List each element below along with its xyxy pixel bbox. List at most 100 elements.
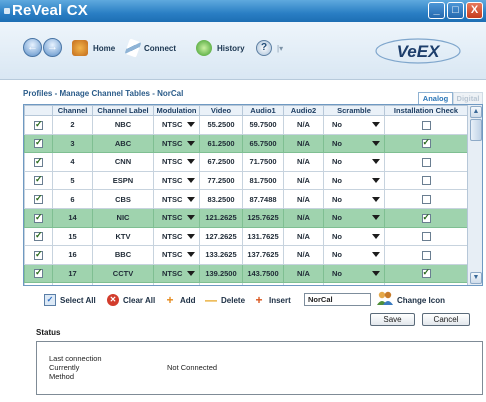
modulation-select[interactable]: NTSC	[153, 170, 200, 191]
scramble-select[interactable]: No	[323, 189, 385, 209]
audio1-cell[interactable]: 87.7488	[242, 189, 284, 209]
table-name-input[interactable]: NorCal	[304, 293, 371, 306]
row-select-checkbox[interactable]	[34, 267, 43, 279]
delete-button[interactable]: — Delete	[205, 294, 245, 306]
close-button[interactable]: X	[466, 2, 483, 19]
modulation-select[interactable]: NTSC	[153, 245, 200, 265]
modulation-select[interactable]: NTSC	[153, 226, 200, 247]
channel-cell[interactable]: 5	[52, 170, 93, 191]
header-audio2[interactable]: Audio2	[283, 105, 324, 116]
table-scrollbar[interactable]: ▲ ▼	[467, 105, 482, 285]
add-button[interactable]: + Add	[164, 294, 195, 306]
installation-check-checkbox[interactable]	[421, 267, 431, 279]
installation-check-checkbox[interactable]	[421, 137, 431, 149]
table-row[interactable]: 16BBC NTSC 133.2625137.7625N/A No	[24, 245, 468, 265]
change-icon-button[interactable]: Change Icon	[397, 296, 445, 305]
scramble-select[interactable]: No	[323, 115, 385, 135]
audio1-cell[interactable]: 131.7625	[242, 226, 284, 247]
row-select-checkbox[interactable]	[34, 119, 43, 130]
channel-cell[interactable]: 15	[52, 226, 93, 247]
scroll-up-button[interactable]: ▲	[470, 106, 482, 118]
table-row[interactable]: 4CNN NTSC 67.250071.7500N/A No	[24, 152, 468, 172]
video-cell[interactable]: 133.2625	[199, 245, 243, 265]
clear-all-button[interactable]: ✕ Clear All	[107, 294, 155, 306]
users-icon[interactable]	[376, 290, 394, 306]
modulation-select[interactable]: NTSC	[153, 282, 200, 285]
channel-cell[interactable]: 18	[52, 282, 93, 285]
channel-label-cell[interactable]: CBS	[92, 189, 154, 209]
history-button[interactable]: History	[196, 40, 245, 56]
channel-cell[interactable]: 17	[52, 263, 93, 284]
maximize-button[interactable]: □	[447, 2, 464, 19]
table-row[interactable]: 15KTV NTSC 127.2625131.7625N/A No	[24, 226, 468, 247]
table-row[interactable]: 5ESPN NTSC 77.250081.7500N/A No	[24, 170, 468, 191]
modulation-select[interactable]: NTSC	[153, 189, 200, 209]
table-row[interactable]: 2NBC NTSC 55.250059.7500N/A No	[24, 115, 468, 135]
scramble-select[interactable]: No	[323, 207, 385, 228]
row-select-checkbox[interactable]	[34, 193, 43, 204]
header-video[interactable]: Video	[199, 105, 243, 116]
save-button[interactable]: Save	[370, 313, 415, 326]
scroll-down-button[interactable]: ▼	[470, 272, 482, 284]
audio2-cell[interactable]: N/A	[283, 263, 324, 284]
table-row[interactable]: 3ABC NTSC 61.250065.7500N/A No	[24, 133, 468, 154]
video-cell[interactable]: 77.2500	[199, 170, 243, 191]
channel-label-cell[interactable]: CNN	[92, 152, 154, 172]
channel-label-cell[interactable]: KTV	[92, 226, 154, 247]
insert-button[interactable]: + Insert	[253, 294, 290, 306]
audio2-cell[interactable]: N/A	[283, 282, 324, 285]
select-all-button[interactable]: ✓ Select All	[44, 294, 96, 306]
audio1-cell[interactable]: 65.7500	[242, 133, 284, 154]
row-select-checkbox[interactable]	[34, 212, 43, 223]
scramble-select[interactable]: No	[323, 245, 385, 265]
modulation-select[interactable]: NTSC	[153, 115, 200, 135]
row-select-checkbox[interactable]	[34, 174, 43, 186]
audio1-cell[interactable]: 125.7625	[242, 207, 284, 228]
channel-cell[interactable]: 16	[52, 245, 93, 265]
help-button[interactable]: ? |▾	[256, 40, 283, 56]
channel-cell[interactable]: 3	[52, 133, 93, 154]
header-scramble[interactable]: Scramble	[323, 105, 385, 116]
installation-check-checkbox[interactable]	[421, 194, 431, 204]
installation-check-checkbox[interactable]	[421, 232, 431, 242]
audio1-cell[interactable]: 81.7500	[242, 170, 284, 191]
scramble-select[interactable]: No	[323, 263, 385, 284]
installation-check-checkbox[interactable]	[421, 212, 431, 223]
video-cell[interactable]: 127.2625	[199, 226, 243, 247]
channel-cell[interactable]: 4	[52, 152, 93, 172]
channel-label-cell[interactable]: ABC	[92, 133, 154, 154]
channel-label-cell[interactable]: CCTV	[92, 263, 154, 284]
scramble-select[interactable]: No	[323, 133, 385, 154]
audio2-cell[interactable]: N/A	[283, 245, 324, 265]
installation-check-checkbox[interactable]	[421, 176, 431, 186]
row-select-checkbox[interactable]	[34, 249, 43, 260]
modulation-select[interactable]: NTSC	[153, 263, 200, 284]
header-select[interactable]	[24, 105, 53, 116]
audio1-cell[interactable]: 59.7500	[242, 115, 284, 135]
channel-label-cell[interactable]: NIC	[92, 207, 154, 228]
channel-cell[interactable]: 2	[52, 115, 93, 135]
minimize-button[interactable]: _	[428, 2, 445, 19]
channel-label-cell[interactable]: SFTV	[92, 282, 154, 285]
installation-check-checkbox[interactable]	[421, 120, 431, 130]
modulation-select[interactable]: NTSC	[153, 207, 200, 228]
modulation-select[interactable]: NTSC	[153, 133, 200, 154]
video-cell[interactable]: 139.2500	[199, 263, 243, 284]
tab-digital[interactable]: Digital	[453, 92, 483, 104]
scramble-select[interactable]: No	[323, 282, 385, 285]
audio1-cell[interactable]: 137.7625	[242, 245, 284, 265]
table-row[interactable]: 18SFTVNTSC145.2500149.7500N/ANo	[24, 282, 468, 285]
scramble-select[interactable]: No	[323, 226, 385, 247]
scroll-thumb[interactable]	[470, 119, 482, 141]
audio2-cell[interactable]: N/A	[283, 133, 324, 154]
table-row[interactable]: 17CCTVNTSC139.2500143.7500N/ANo	[24, 263, 468, 284]
help-menu-dropdown[interactable]: |▾	[277, 44, 283, 53]
header-channel-label[interactable]: Channel Label	[92, 105, 154, 116]
installation-check-checkbox[interactable]	[421, 250, 431, 260]
video-cell[interactable]: 61.2500	[199, 133, 243, 154]
video-cell[interactable]: 83.2500	[199, 189, 243, 209]
video-cell[interactable]: 55.2500	[199, 115, 243, 135]
channel-cell[interactable]: 6	[52, 189, 93, 209]
installation-check-checkbox[interactable]	[421, 157, 431, 167]
header-audio1[interactable]: Audio1	[242, 105, 284, 116]
